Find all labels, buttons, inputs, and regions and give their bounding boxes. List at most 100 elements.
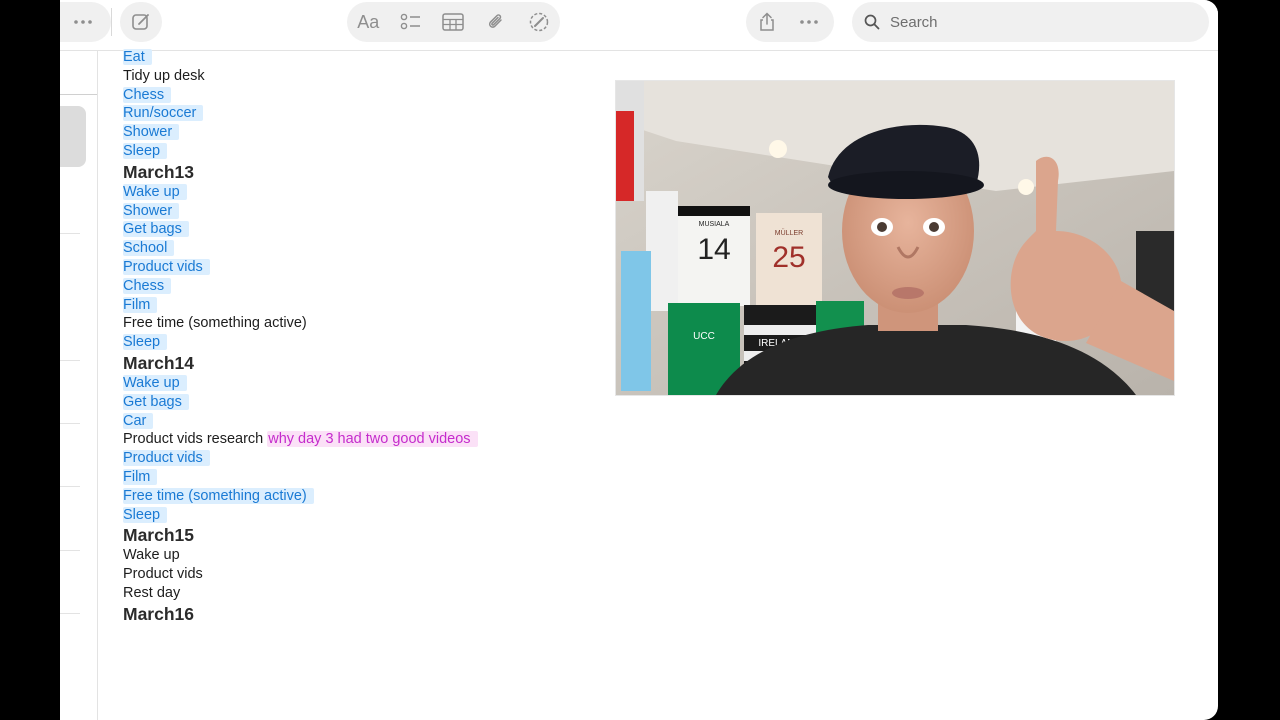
note-line[interactable]: Tidy up desk (123, 67, 593, 86)
note-line[interactable]: Free time (something active) (123, 487, 593, 506)
highlighted-text: Sleep (123, 334, 168, 351)
sidebar-divider (60, 94, 97, 95)
highlighted-text: Get bags (123, 221, 189, 238)
markup-pen-icon (529, 12, 548, 32)
pink-highlighted-text: why day 3 had two good videos (267, 431, 478, 448)
ellipsis-icon (74, 20, 92, 24)
checklist-button[interactable] (390, 2, 432, 42)
note-photo[interactable]: MUSIALA 14 MÜLLER 25 UCC IRELAND (615, 80, 1175, 396)
list-separator (60, 486, 80, 487)
line-text: Product vids research (123, 431, 264, 448)
highlighted-text: Chess (123, 86, 172, 103)
compose-group (120, 2, 162, 42)
selfie-image: MUSIALA 14 MÜLLER 25 UCC IRELAND (616, 81, 1174, 395)
ellipsis-icon (800, 20, 818, 24)
list-separator (60, 423, 80, 424)
jersey-sponsor: UCC (693, 331, 715, 342)
jersey-name: MUSIALA (699, 221, 730, 228)
note-line[interactable]: Chess (123, 277, 593, 296)
markup-button[interactable] (518, 2, 560, 42)
note-line[interactable]: Free time (something active) (123, 314, 593, 333)
jersey-number: 14 (697, 233, 730, 266)
attachment-button[interactable] (475, 2, 517, 42)
list-separator (60, 613, 80, 614)
highlighted-text: Wake up (123, 374, 187, 391)
format-group: Aa (347, 2, 560, 42)
note-line[interactable]: Shower (123, 123, 593, 142)
note-line[interactable]: Rest day (123, 584, 593, 603)
checklist-icon (400, 13, 420, 30)
highlighted-text: Run/soccer (123, 105, 204, 122)
note-line[interactable]: Run/soccer (123, 104, 593, 123)
line-text: Tidy up desk (123, 67, 205, 84)
note-line[interactable]: Film (123, 468, 593, 487)
note-date-heading[interactable]: March16 (123, 603, 593, 625)
toolbar-divider (111, 8, 112, 36)
list-separator (60, 233, 80, 234)
highlighted-text: Shower (123, 124, 180, 141)
note-line[interactable]: Get bags (123, 393, 593, 412)
note-line[interactable]: Sleep (123, 142, 593, 161)
share-icon (760, 12, 774, 31)
note-line[interactable]: Sleep (123, 333, 593, 352)
jersey-name: MÜLLER (775, 229, 803, 237)
search-box[interactable] (852, 2, 1209, 42)
sidebar-more-group (60, 2, 111, 42)
note-line[interactable]: Product vids (123, 565, 593, 584)
note-line[interactable]: Shower (123, 202, 593, 221)
note-line[interactable]: Wake up (123, 183, 593, 202)
table-icon (442, 13, 465, 31)
notes-list-sidebar (60, 50, 98, 720)
toolbar: Aa (60, 0, 1218, 51)
selected-note-item[interactable] (60, 106, 86, 167)
more-options-button[interactable] (62, 2, 104, 42)
note-line[interactable]: Product vids (123, 449, 593, 468)
search-input[interactable] (888, 12, 1192, 32)
note-line[interactable]: Product vids (123, 258, 593, 277)
note-line[interactable]: Product vids research why day 3 had two g… (123, 430, 593, 449)
highlighted-text: Wake up (123, 183, 187, 200)
line-text: Rest day (123, 584, 181, 601)
note-line[interactable]: School (123, 239, 593, 258)
paperclip-icon (489, 14, 502, 28)
note-line[interactable]: Wake up (123, 546, 593, 565)
table-button[interactable] (432, 2, 474, 42)
highlighted-text: Get bags (123, 393, 189, 410)
highlighted-text: Chess (123, 277, 172, 294)
highlighted-text: School (123, 240, 175, 257)
note-line[interactable]: Film (123, 296, 593, 315)
note-line[interactable]: Chess (123, 86, 593, 105)
line-text: Free time (something active) (123, 315, 307, 332)
highlighted-text: Sleep (123, 142, 168, 159)
list-separator (60, 360, 80, 361)
note-date-heading[interactable]: March13 (123, 161, 593, 183)
highlighted-text: Film (123, 296, 158, 313)
note-date-heading[interactable]: March15 (123, 524, 593, 546)
notes-window: Aa Search Eat Tidy up desk Chess Run/soc… (60, 0, 1218, 720)
highlighted-text: Film (123, 468, 158, 485)
highlighted-text: Product vids (123, 450, 210, 467)
highlighted-text: Shower (123, 202, 180, 219)
highlighted-text: Free time (something active) (123, 487, 314, 504)
note-line[interactable]: Get bags (123, 220, 593, 239)
more-button[interactable] (788, 2, 830, 42)
note-line[interactable]: Eat (123, 48, 593, 67)
highlighted-text: Product vids (123, 258, 210, 275)
search-icon (864, 14, 880, 30)
jersey-number: 25 (772, 241, 805, 274)
highlighted-text: Car (123, 412, 154, 429)
share-button[interactable] (746, 2, 788, 42)
share-group (746, 2, 834, 42)
format-button[interactable]: Aa (347, 2, 389, 42)
highlighted-text: Sleep (123, 506, 168, 523)
compose-icon (132, 14, 149, 30)
new-note-button[interactable] (120, 2, 162, 42)
note-line[interactable]: Car (123, 412, 593, 431)
format-text-icon: Aa (357, 11, 380, 32)
note-line[interactable]: Sleep (123, 506, 593, 525)
note-line[interactable]: Wake up (123, 374, 593, 393)
list-separator (60, 550, 80, 551)
note-body[interactable]: Eat Tidy up desk Chess Run/soccer Shower Slee… (123, 48, 593, 625)
note-date-heading[interactable]: March14 (123, 352, 593, 374)
line-text: Wake up (123, 547, 180, 564)
